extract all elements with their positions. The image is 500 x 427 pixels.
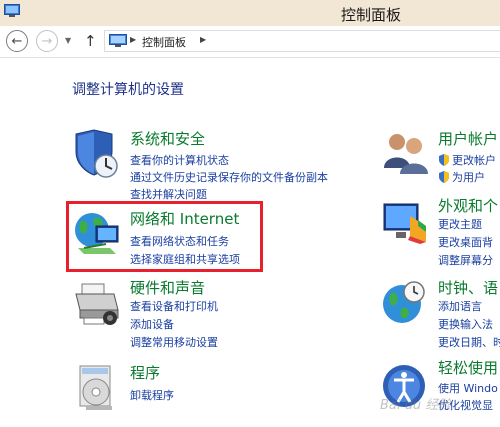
page-heading: 调整计算机的设置	[72, 82, 184, 98]
uac-shield-icon	[439, 171, 449, 183]
link-change-theme[interactable]: 更改主题	[438, 216, 482, 232]
category-title-programs[interactable]: 程序	[130, 362, 160, 383]
appearance-icon[interactable]	[380, 196, 430, 246]
link-mobility-settings[interactable]: 调整常用移动设置	[130, 334, 218, 350]
category-title-appearance[interactable]: 外观和个	[438, 195, 498, 216]
system-security-icon[interactable]	[72, 128, 122, 178]
forward-arrow-icon: →	[41, 33, 53, 49]
link-troubleshoot[interactable]: 查找并解决问题	[130, 186, 207, 202]
control-panel-location-icon	[109, 34, 127, 47]
back-button[interactable]: ←	[6, 30, 28, 52]
user-accounts-icon[interactable]	[380, 128, 430, 178]
link-add-language[interactable]: 添加语言	[438, 298, 482, 314]
category-title-ease-of-access[interactable]: 轻松使用	[438, 357, 498, 378]
link-devices-printers[interactable]: 查看设备和打印机	[130, 298, 218, 314]
link-set-up-family-safety[interactable]: 为用户	[438, 169, 485, 185]
programs-icon[interactable]	[72, 362, 122, 412]
back-arrow-icon: ←	[11, 33, 23, 49]
hardware-sound-icon[interactable]	[72, 278, 122, 328]
link-label-change-account-type: 更改帐户	[452, 154, 496, 167]
window-title: 控制面板	[341, 6, 402, 24]
control-panel-app-icon[interactable]	[4, 4, 20, 18]
category-title-system-security[interactable]: 系统和安全	[130, 128, 205, 149]
highlight-annotation-box	[66, 201, 263, 272]
address-bar-row: ← → ▼ ↑ ▶ 控制面板 ▶	[0, 26, 500, 58]
link-adjust-screen-resolution[interactable]: 调整屏幕分	[438, 252, 493, 268]
category-title-user-accounts[interactable]: 用户帐户	[438, 128, 498, 149]
link-change-desktop-background[interactable]: 更改桌面背	[438, 234, 493, 250]
clock-region-icon[interactable]	[380, 278, 430, 328]
link-change-input-method[interactable]: 更换输入法	[438, 316, 493, 332]
link-change-account-type[interactable]: 更改帐户	[438, 152, 496, 168]
link-label-set-up-family-safety: 为用户	[452, 171, 485, 184]
title-bar: 控制面板	[0, 0, 500, 26]
breadcrumb-separator-icon[interactable]: ▶	[130, 35, 136, 44]
category-title-clock-region[interactable]: 时钟、语	[438, 277, 498, 298]
baidu-jingyan-watermark: Bai du 经验	[380, 398, 452, 413]
breadcrumb-control-panel[interactable]: 控制面板	[142, 34, 186, 50]
recent-locations-dropdown-icon[interactable]: ▼	[65, 36, 71, 45]
category-title-hardware-sound[interactable]: 硬件和声音	[130, 277, 205, 298]
link-change-date-time[interactable]: 更改日期、时	[438, 334, 500, 350]
forward-button[interactable]: →	[36, 30, 58, 52]
link-view-computer-status[interactable]: 查看你的计算机状态	[130, 152, 229, 168]
breadcrumb-separator-icon[interactable]: ▶	[200, 35, 206, 44]
uac-shield-icon	[439, 154, 449, 166]
link-uninstall-program[interactable]: 卸载程序	[130, 387, 174, 403]
up-one-level-button[interactable]: ↑	[84, 32, 97, 50]
link-add-device[interactable]: 添加设备	[130, 316, 174, 332]
link-file-history-backup[interactable]: 通过文件历史记录保存你的文件备份副本	[130, 169, 328, 185]
address-box[interactable]: ▶ 控制面板 ▶	[104, 30, 500, 52]
